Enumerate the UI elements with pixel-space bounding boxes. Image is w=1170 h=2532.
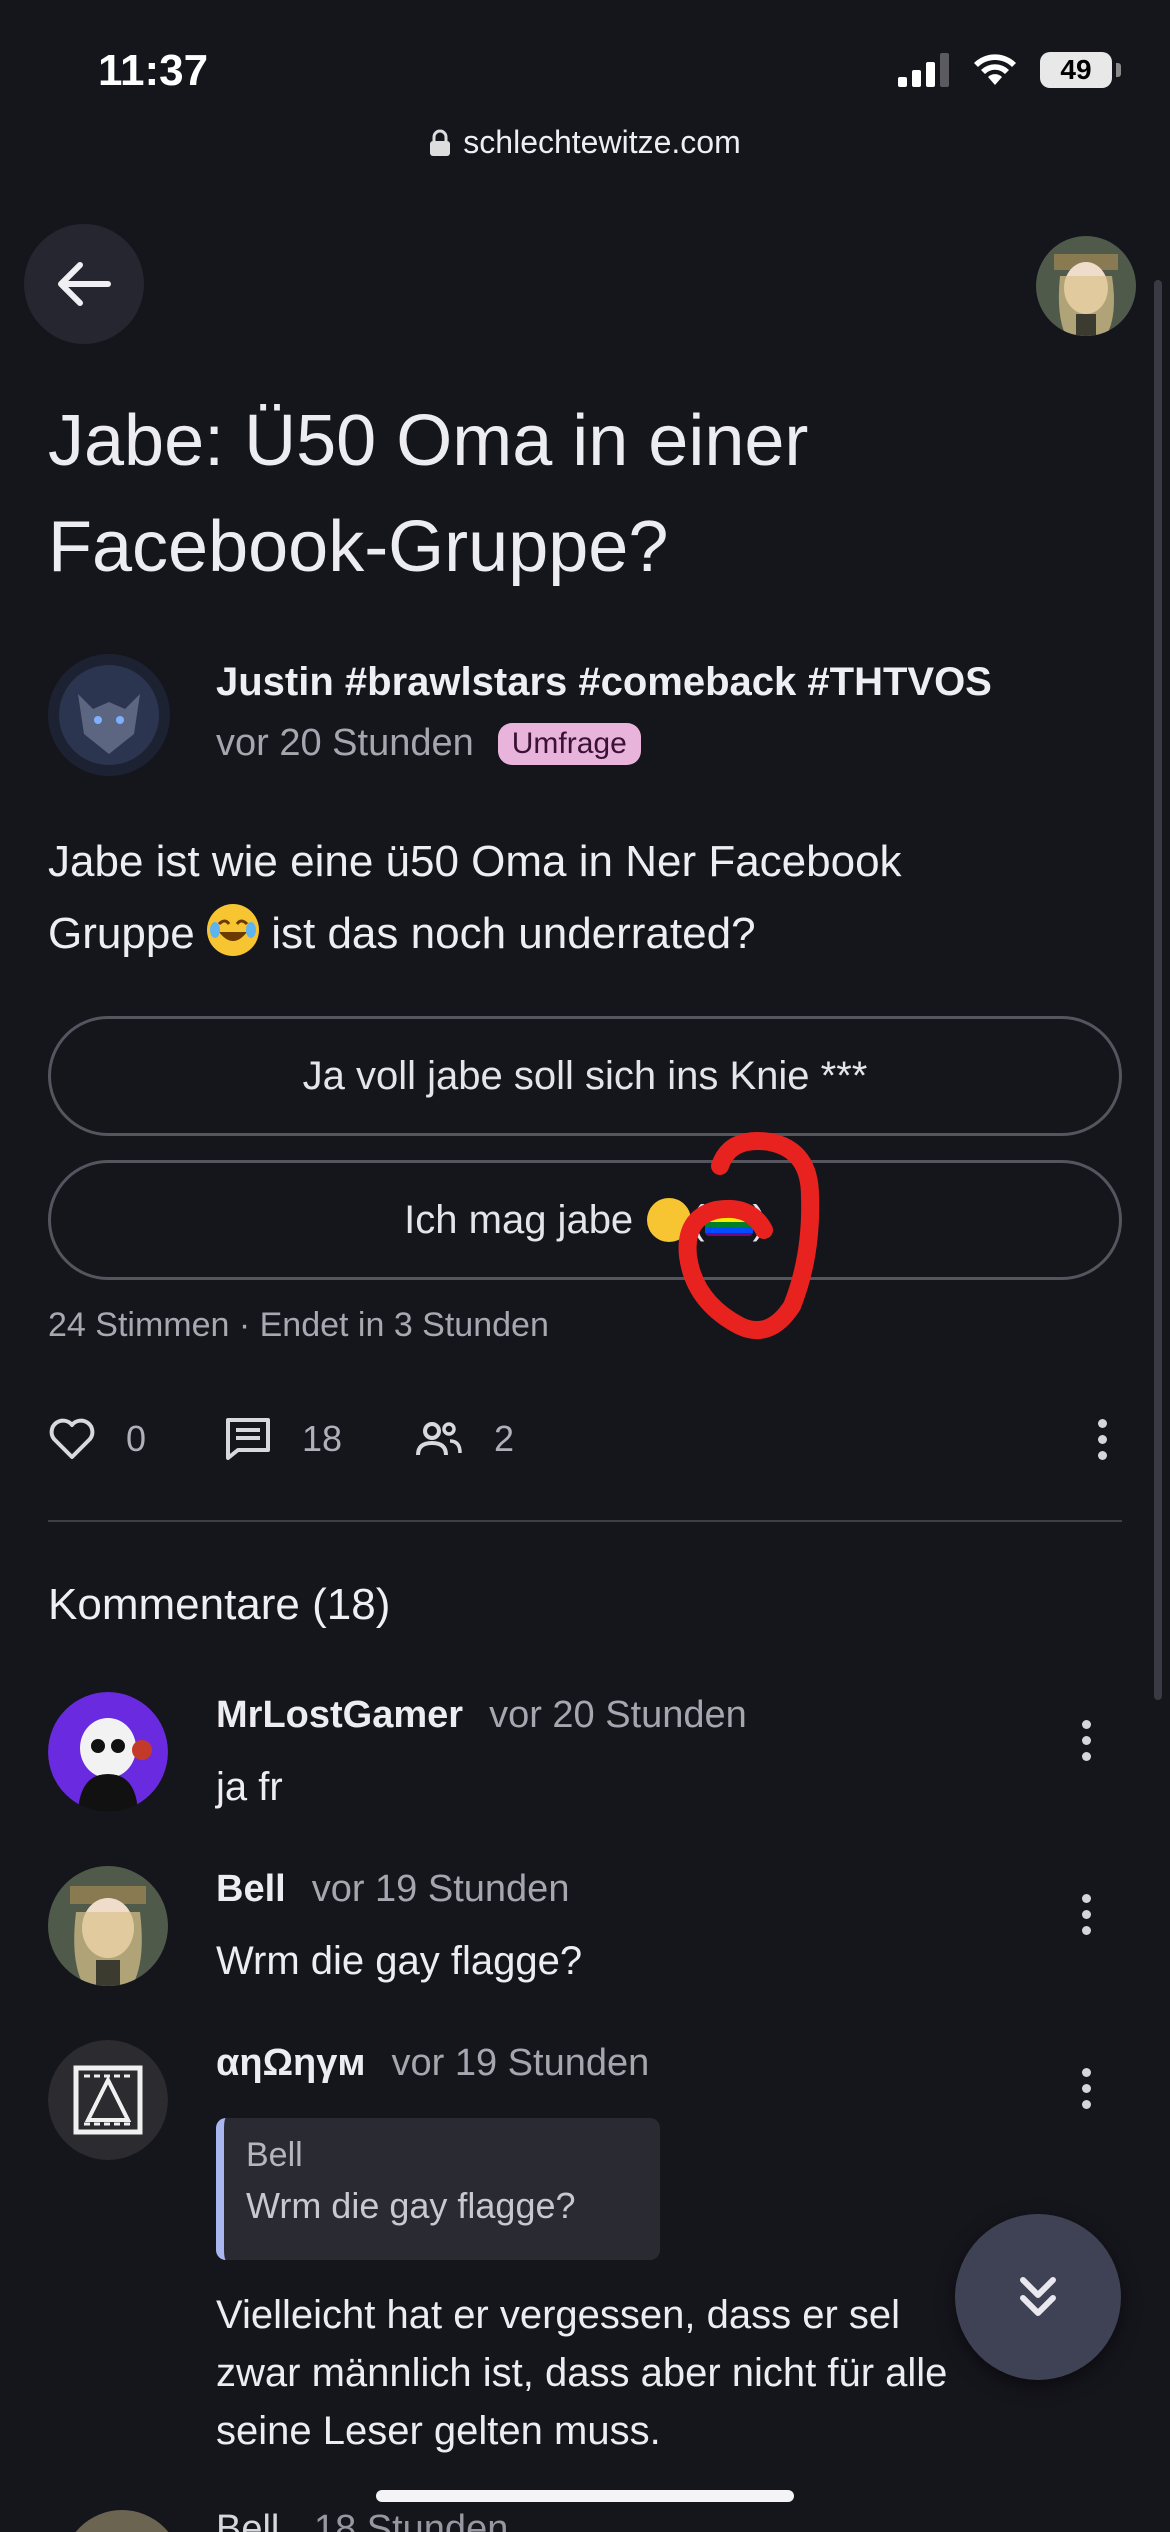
comment-author[interactable]: αηΩηγм bbox=[216, 2042, 366, 2085]
comment-text: Wrm die gay flagge? bbox=[216, 1939, 583, 1983]
post-more-button[interactable] bbox=[1082, 1404, 1122, 1474]
comment-time: vor 20 Stunden bbox=[489, 1694, 747, 1736]
user-avatar[interactable] bbox=[1036, 236, 1136, 336]
comment-more-button[interactable] bbox=[1066, 2058, 1106, 2118]
comment-header: αηΩηγм vor 19 Stunden bbox=[216, 2042, 649, 2085]
comment-author[interactable]: Bell bbox=[216, 1868, 286, 1911]
comment-more-button[interactable] bbox=[1066, 1710, 1106, 1770]
comment-icon bbox=[226, 1418, 270, 1460]
comment-avatar[interactable] bbox=[48, 1866, 168, 1986]
comment-author[interactable]: MrLostGamer bbox=[216, 1694, 463, 1737]
participants-button[interactable]: 2 bbox=[414, 1404, 514, 1474]
back-button[interactable] bbox=[24, 224, 144, 344]
author-name[interactable]: Justin #brawlstars #comeback #THTVOS bbox=[216, 660, 992, 705]
lock-icon bbox=[430, 129, 451, 156]
battery-indicator: 49 bbox=[1040, 52, 1121, 88]
comment-count: 18 bbox=[302, 1418, 343, 1459]
post-body: Jabe ist wie eine ü50 Oma in Ner Faceboo… bbox=[48, 826, 1128, 970]
post-body-line1: Jabe ist wie eine ü50 Oma in Ner Faceboo… bbox=[48, 837, 902, 886]
comment-time: 18 Stunden bbox=[313, 2508, 509, 2532]
post-time: vor 20 Stunden bbox=[216, 722, 474, 764]
comments-button[interactable]: 18 bbox=[224, 1404, 342, 1474]
scroll-to-bottom-button[interactable] bbox=[955, 2214, 1121, 2380]
poll-option-2-paren-open: ( bbox=[691, 1197, 705, 1242]
status-icons: 49 bbox=[898, 52, 1121, 88]
comment-header: Bell vor 19 Stunden bbox=[216, 1868, 569, 1911]
url-text: schlechtewitze.com bbox=[463, 124, 741, 160]
heart-icon bbox=[49, 1418, 95, 1459]
comment-header-peek: Bell 18 Stunden bbox=[216, 2508, 508, 2532]
post-actions: 0 18 2 bbox=[48, 1404, 1122, 1474]
kissing-face-emoji-icon bbox=[647, 1198, 692, 1242]
comment-avatar[interactable] bbox=[48, 1692, 168, 1812]
quoted-comment[interactable]: Bell Wrm die gay flagge? bbox=[216, 2118, 660, 2260]
double-chevron-down-icon bbox=[1020, 2277, 1056, 2316]
poll-badge: Umfrage bbox=[497, 722, 641, 765]
home-indicator[interactable] bbox=[376, 2490, 794, 2502]
comment-avatar[interactable] bbox=[62, 2510, 182, 2532]
comment-time: vor 19 Stunden bbox=[391, 2042, 650, 2084]
browser-url-bar[interactable]: schlechtewitze.com bbox=[0, 124, 1170, 161]
poll-option-2[interactable]: Ich mag jabe ( ) bbox=[48, 1160, 1122, 1280]
comment-avatar[interactable] bbox=[48, 2040, 168, 2160]
quote-author: Bell bbox=[246, 2136, 303, 2174]
comment-author[interactable]: Bell bbox=[216, 2508, 279, 2532]
poll-option-2-label: Ich mag jabe bbox=[404, 1197, 634, 1242]
like-count: 0 bbox=[126, 1418, 147, 1459]
participant-count: 2 bbox=[494, 1418, 515, 1459]
group-icon bbox=[416, 1422, 462, 1456]
comment-more-button[interactable] bbox=[1066, 1884, 1106, 1944]
post-body-line2-end: ist das noch underrated? bbox=[271, 909, 756, 958]
poll-meta: 24 Stimmen · Endet in 3 Stunden bbox=[48, 1306, 549, 1344]
cellular-signal-icon bbox=[898, 53, 949, 87]
status-time: 11:37 bbox=[98, 46, 209, 95]
arrow-left-icon bbox=[58, 262, 111, 306]
poll-option-1-label: Ja voll jabe soll sich ins Knie *** bbox=[302, 1053, 868, 1098]
poll-option-2-paren-close: ) bbox=[752, 1197, 766, 1242]
comment-text: ja fr bbox=[216, 1765, 283, 1809]
post-title: Jabe: Ü50 Oma in einer Facebook-Gruppe? bbox=[48, 401, 809, 587]
rainbow-flag-icon bbox=[704, 1204, 753, 1236]
poll-option-1[interactable]: Ja voll jabe soll sich ins Knie *** bbox=[48, 1016, 1122, 1136]
comment-header: MrLostGamer vor 20 Stunden bbox=[216, 1694, 747, 1737]
quote-text: Wrm die gay flagge? bbox=[246, 2185, 576, 2226]
comment-text-line: seine Leser gelten muss. bbox=[216, 2409, 661, 2453]
divider bbox=[48, 1520, 1122, 1522]
comment-time: vor 19 Stunden bbox=[311, 1868, 570, 1910]
page-scrollbar[interactable] bbox=[1154, 280, 1162, 1700]
post-meta: vor 20 Stunden Umfrage bbox=[216, 722, 641, 765]
post-body-line2-start: Gruppe bbox=[48, 909, 195, 958]
wifi-icon bbox=[974, 54, 1016, 85]
laughing-emoji-icon bbox=[207, 904, 259, 956]
comments-header: Kommentare (18) bbox=[48, 1580, 391, 1629]
author-avatar[interactable] bbox=[48, 654, 170, 776]
like-button[interactable]: 0 bbox=[48, 1404, 146, 1474]
more-vertical-icon bbox=[1082, 1409, 1122, 1469]
